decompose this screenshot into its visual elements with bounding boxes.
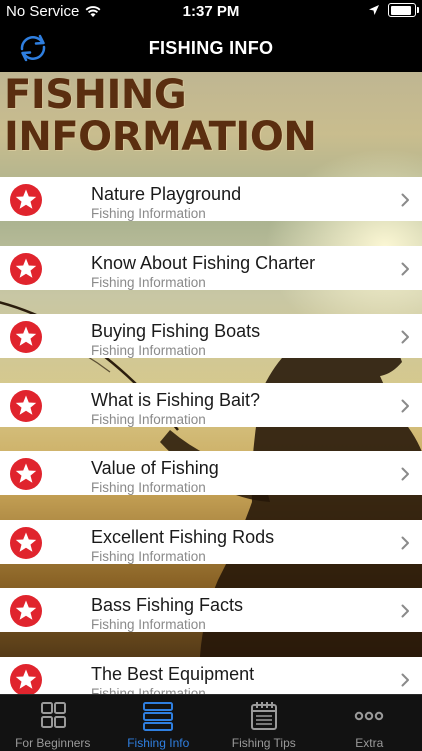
chevron-right-icon (401, 536, 410, 550)
star-badge-icon (9, 663, 43, 695)
list-icon (142, 701, 174, 731)
tab-extra[interactable]: Extra (317, 695, 422, 751)
list-item-title: Know About Fishing Charter (91, 253, 315, 274)
tab-label: Fishing Tips (211, 736, 317, 750)
list-item[interactable]: Excellent Fishing RodsFishing Informatio… (0, 520, 422, 564)
chevron-right-icon (401, 193, 410, 207)
list-item-title: Value of Fishing (91, 458, 219, 479)
list-item[interactable]: The Best EquipmentFishing Information (0, 657, 422, 695)
list-item-subtitle: Fishing Information (91, 206, 206, 221)
notepad-icon (248, 701, 280, 731)
star-badge-icon (9, 183, 43, 217)
list-item-title: The Best Equipment (91, 664, 254, 685)
list-item-subtitle: Fishing Information (91, 412, 206, 427)
star-badge-icon (9, 320, 43, 354)
list-item-subtitle: Fishing Information (91, 343, 206, 358)
more-icon (353, 701, 385, 731)
navigation-bar: FISHING INFO (0, 24, 422, 72)
battery-icon (388, 3, 416, 17)
list-item-title: What is Fishing Bait? (91, 390, 260, 411)
page-title: FISHING INFO (0, 38, 422, 59)
list-item[interactable]: Value of FishingFishing Information (0, 451, 422, 495)
star-badge-icon (9, 389, 43, 423)
grid-icon (37, 701, 69, 731)
list-item-title: Nature Playground (91, 184, 241, 205)
tab-for-beginners[interactable]: For Beginners (0, 695, 106, 751)
tab-fishing-tips[interactable]: Fishing Tips (211, 695, 317, 751)
status-bar: No Service 1:37 PM (0, 0, 422, 24)
chevron-right-icon (401, 262, 410, 276)
list-item-title: Buying Fishing Boats (91, 321, 260, 342)
tab-label: Extra (317, 736, 422, 750)
content-area[interactable]: FISHING INFORMATION Nature PlaygroundFis… (0, 72, 422, 694)
star-badge-icon (9, 457, 43, 491)
list-item[interactable]: Buying Fishing BoatsFishing Information (0, 314, 422, 358)
tab-label: For Beginners (0, 736, 106, 750)
star-badge-icon (9, 594, 43, 628)
chevron-right-icon (401, 467, 410, 481)
list-item-title: Excellent Fishing Rods (91, 527, 274, 548)
tab-label: Fishing Info (106, 736, 212, 750)
list-item-subtitle: Fishing Information (91, 480, 206, 495)
banner-title-line2: INFORMATION (4, 116, 316, 158)
list-item-subtitle: Fishing Information (91, 617, 206, 632)
banner-title: FISHING INFORMATION (4, 74, 316, 158)
tab-fishing-info[interactable]: Fishing Info (106, 695, 212, 751)
tab-bar: For Beginners Fishing Info Fishing Tips (0, 694, 422, 751)
star-badge-icon (9, 252, 43, 286)
list-item[interactable]: Bass Fishing FactsFishing Information (0, 588, 422, 632)
chevron-right-icon (401, 604, 410, 618)
banner-title-line1: FISHING (4, 74, 316, 116)
list-item-title: Bass Fishing Facts (91, 595, 243, 616)
list-item[interactable]: What is Fishing Bait?Fishing Information (0, 383, 422, 427)
location-arrow-icon (368, 4, 380, 16)
status-right (368, 3, 416, 17)
battery-level (391, 6, 412, 15)
list-item[interactable]: Nature PlaygroundFishing Information (0, 177, 422, 221)
star-badge-icon (9, 526, 43, 560)
list-item-subtitle: Fishing Information (91, 686, 206, 695)
chevron-right-icon (401, 673, 410, 687)
chevron-right-icon (401, 399, 410, 413)
chevron-right-icon (401, 330, 410, 344)
list-item-subtitle: Fishing Information (91, 275, 206, 290)
status-time: 1:37 PM (0, 3, 422, 20)
list-item[interactable]: Know About Fishing CharterFishing Inform… (0, 246, 422, 290)
list-item-subtitle: Fishing Information (91, 549, 206, 564)
